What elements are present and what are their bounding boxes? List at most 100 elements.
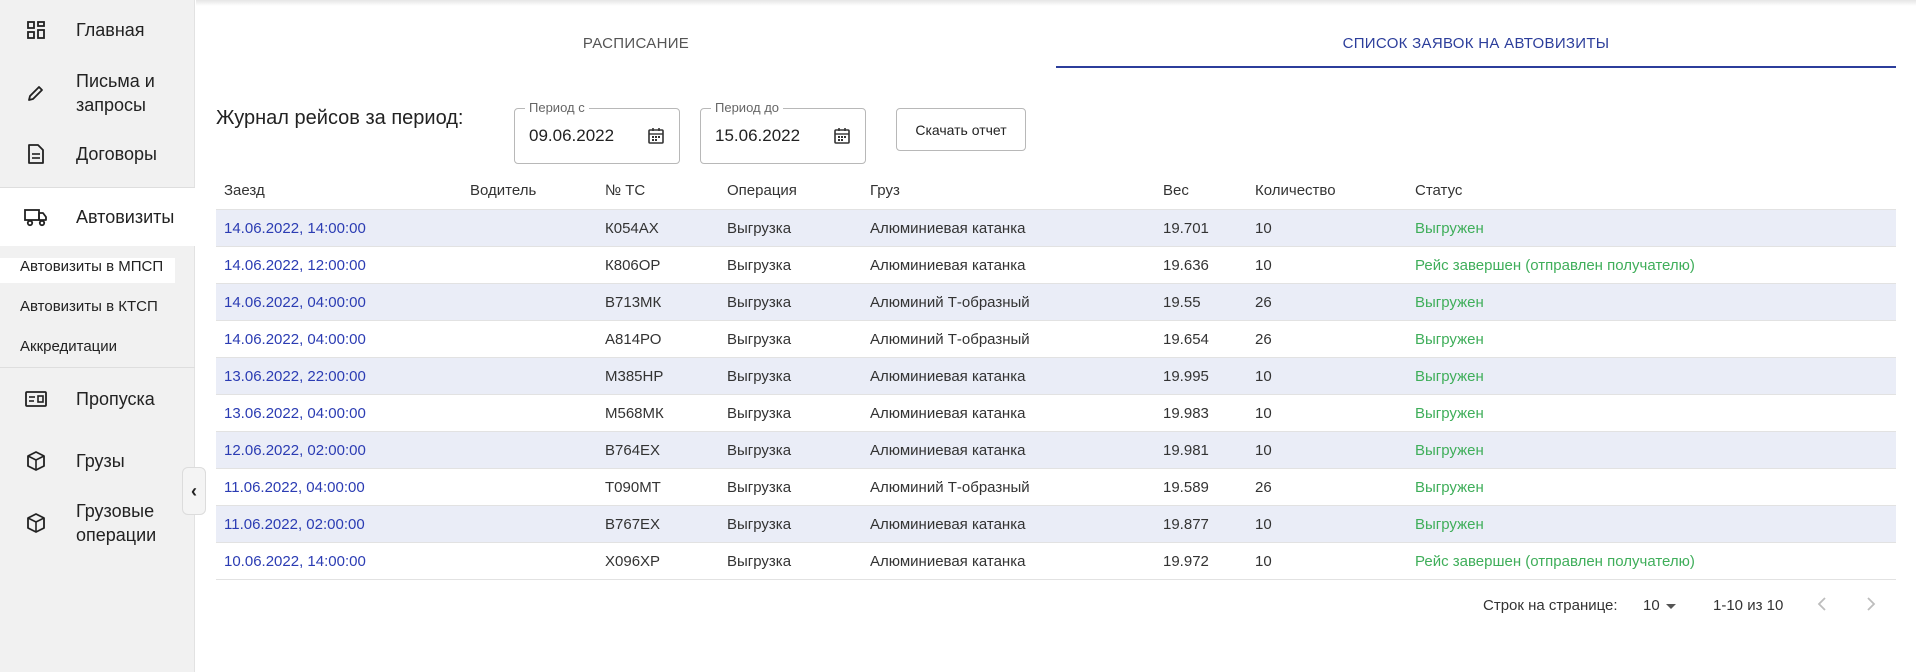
cell-quantity: 26 — [1255, 479, 1272, 496]
cell-arrival[interactable]: 14.06.2022, 14:00:00 — [224, 220, 366, 237]
tab-autovisit-requests[interactable]: СПИСОК ЗАЯВОК НА АВТОВИЗИТЫ — [1056, 24, 1896, 68]
cell-status: Выгружен — [1415, 516, 1484, 533]
cell-operation: Выгрузка — [727, 442, 792, 459]
cell-weight: 19.995 — [1163, 368, 1209, 385]
chevron-left-icon: ‹ — [191, 480, 197, 501]
sidebar-item-autovisits[interactable]: Автовизиты — [0, 187, 195, 246]
sidebar-collapse-button[interactable]: ‹ — [182, 467, 206, 515]
sidebar-divider — [0, 367, 195, 368]
sidebar: Главная Письма и запросы Договоры Автови… — [0, 0, 195, 672]
sidebar-item-main[interactable]: Главная — [0, 17, 195, 43]
cell-arrival[interactable]: 14.06.2022, 04:00:00 — [224, 294, 366, 311]
chevron-left-icon — [1817, 596, 1827, 616]
table-row[interactable]: 14.06.2022, 04:00:00 А814РО Выгрузка Алюмин… — [216, 321, 1896, 358]
cell-status: Выгружен — [1415, 479, 1484, 496]
tab-schedule[interactable]: РАСПИСАНИЕ — [216, 24, 1056, 68]
cell-arrival[interactable]: 13.06.2022, 22:00:00 — [224, 368, 366, 385]
sidebar-item-cargo[interactable]: Грузы — [0, 448, 195, 474]
cell-cargo: Алюминиевая катанка — [870, 553, 1026, 570]
column-header-arrival[interactable]: Заезд — [224, 182, 265, 199]
column-header-vehicle[interactable]: № ТС — [605, 182, 645, 199]
table-row[interactable]: 13.06.2022, 22:00:00 М385НР Выгрузка Алюмин… — [216, 358, 1896, 395]
sidebar-item-label: Пропуска — [76, 389, 155, 409]
sidebar-subitem-ktsp[interactable]: Автовизиты в КТСП — [20, 298, 158, 315]
column-header-cargo[interactable]: Груз — [870, 182, 900, 199]
cell-arrival[interactable]: 11.06.2022, 04:00:00 — [224, 479, 365, 496]
cell-status: Выгружен — [1415, 331, 1484, 348]
cell-arrival[interactable]: 10.06.2022, 14:00:00 — [224, 553, 366, 570]
download-report-button[interactable]: Скачать отчет — [896, 108, 1026, 151]
top-shadow — [196, 0, 1916, 6]
tab-label: СПИСОК ЗАЯВОК НА АВТОВИЗИТЫ — [1342, 35, 1610, 52]
sidebar-subitem-accreditation[interactable]: Аккредитации — [20, 338, 117, 355]
cell-cargo: Алюминиевая катанка — [870, 442, 1026, 459]
id-card-icon — [24, 387, 48, 411]
cell-arrival[interactable]: 14.06.2022, 12:00:00 — [224, 257, 366, 274]
sidebar-item-passes[interactable]: Пропуска — [0, 386, 195, 412]
period-from-field[interactable]: Период с 09.06.2022 — [514, 100, 680, 164]
cell-cargo: Алюминиевая катанка — [870, 257, 1026, 274]
sidebar-subitem-mpsp[interactable]: Автовизиты в МПСП — [0, 258, 175, 283]
cell-cargo: Алюминий Т-образный — [870, 331, 1030, 348]
table-row[interactable]: 10.06.2022, 14:00:00 Х096ХР Выгрузка Алюмин… — [216, 543, 1896, 580]
cell-vehicle: К054АХ — [605, 220, 659, 237]
cell-status: Выгружен — [1415, 294, 1484, 311]
cell-operation: Выгрузка — [727, 405, 792, 422]
cell-operation: Выгрузка — [727, 294, 792, 311]
column-header-driver[interactable]: Водитель — [470, 182, 536, 199]
cell-arrival[interactable]: 13.06.2022, 04:00:00 — [224, 405, 366, 422]
period-to-field[interactable]: Период до 15.06.2022 — [700, 100, 866, 164]
cell-operation: Выгрузка — [727, 479, 792, 496]
cell-weight: 19.701 — [1163, 220, 1209, 237]
sidebar-item-contracts[interactable]: Договоры — [0, 141, 195, 167]
column-header-weight[interactable]: Вес — [1163, 182, 1189, 199]
cell-status: Выгружен — [1415, 405, 1484, 422]
caret-down-icon — [1665, 597, 1676, 614]
next-page-button[interactable] — [1859, 594, 1883, 618]
calendar-icon[interactable] — [833, 127, 851, 145]
table-row[interactable]: 14.06.2022, 14:00:00 К054АХ Выгрузка Алюмин… — [216, 210, 1896, 247]
previous-page-button[interactable] — [1810, 594, 1834, 618]
cell-vehicle: Т090МТ — [605, 479, 661, 496]
cell-status: Рейс завершен (отправлен получателю) — [1415, 257, 1695, 274]
table-row[interactable]: 13.06.2022, 04:00:00 М568МК Выгрузка Алюмин… — [216, 395, 1896, 432]
cell-cargo: Алюминиевая катанка — [870, 405, 1026, 422]
cell-arrival[interactable]: 14.06.2022, 04:00:00 — [224, 331, 366, 348]
rows-per-page-select[interactable]: 10 — [1643, 597, 1676, 614]
table-row[interactable]: 12.06.2022, 02:00:00 В764ЕХ Выгрузка Алюмин… — [216, 432, 1896, 469]
column-header-status[interactable]: Статус — [1415, 182, 1462, 199]
cell-vehicle: В713МК — [605, 294, 662, 311]
sidebar-subitem-label: Аккредитации — [20, 338, 118, 355]
cell-weight: 19.654 — [1163, 331, 1209, 348]
cell-weight: 19.972 — [1163, 553, 1209, 570]
table-row[interactable]: 11.06.2022, 04:00:00 Т090МТ Выгрузка Алюмин… — [216, 469, 1896, 506]
cell-status: Выгружен — [1415, 220, 1484, 237]
sidebar-item-cargo-operations[interactable]: Грузовые операции — [0, 498, 195, 548]
cell-cargo: Алюминиевая катанка — [870, 516, 1026, 533]
cell-quantity: 10 — [1255, 257, 1272, 274]
table-row[interactable]: 14.06.2022, 04:00:00 В713МК Выгрузка Алюмин… — [216, 284, 1896, 321]
pencil-icon — [24, 81, 48, 105]
cell-vehicle: В767ЕХ — [605, 516, 661, 533]
sidebar-item-label: Автовизиты — [76, 207, 175, 227]
cell-status: Рейс завершен (отправлен получателю) — [1415, 553, 1695, 570]
cell-quantity: 26 — [1255, 294, 1272, 311]
calendar-icon[interactable] — [647, 127, 665, 145]
column-header-operation[interactable]: Операция — [727, 182, 797, 199]
cell-vehicle: К806ОР — [605, 257, 661, 274]
cell-arrival[interactable]: 11.06.2022, 02:00:00 — [224, 516, 365, 533]
sidebar-item-label: Грузовые операции — [76, 501, 157, 545]
column-header-quantity[interactable]: Количество — [1255, 182, 1336, 199]
sidebar-item-label: Главная — [76, 20, 145, 40]
table-row[interactable]: 11.06.2022, 02:00:00 В767ЕХ Выгрузка Алюмин… — [216, 506, 1896, 543]
cell-weight: 19.877 — [1163, 516, 1209, 533]
rows-per-page-value: 10 — [1643, 597, 1660, 614]
cell-weight: 19.589 — [1163, 479, 1209, 496]
table-row[interactable]: 14.06.2022, 12:00:00 К806ОР Выгрузка Алюмин… — [216, 247, 1896, 284]
sidebar-subitem-label: Автовизиты в КТСП — [20, 298, 158, 315]
chevron-right-icon — [1866, 596, 1876, 616]
rows-per-page-label: Строк на странице: — [1483, 597, 1618, 614]
cell-arrival[interactable]: 12.06.2022, 02:00:00 — [224, 442, 366, 459]
journal-title: Журнал рейсов за период: — [216, 107, 464, 129]
sidebar-item-letters[interactable]: Письма и запросы — [0, 68, 195, 118]
